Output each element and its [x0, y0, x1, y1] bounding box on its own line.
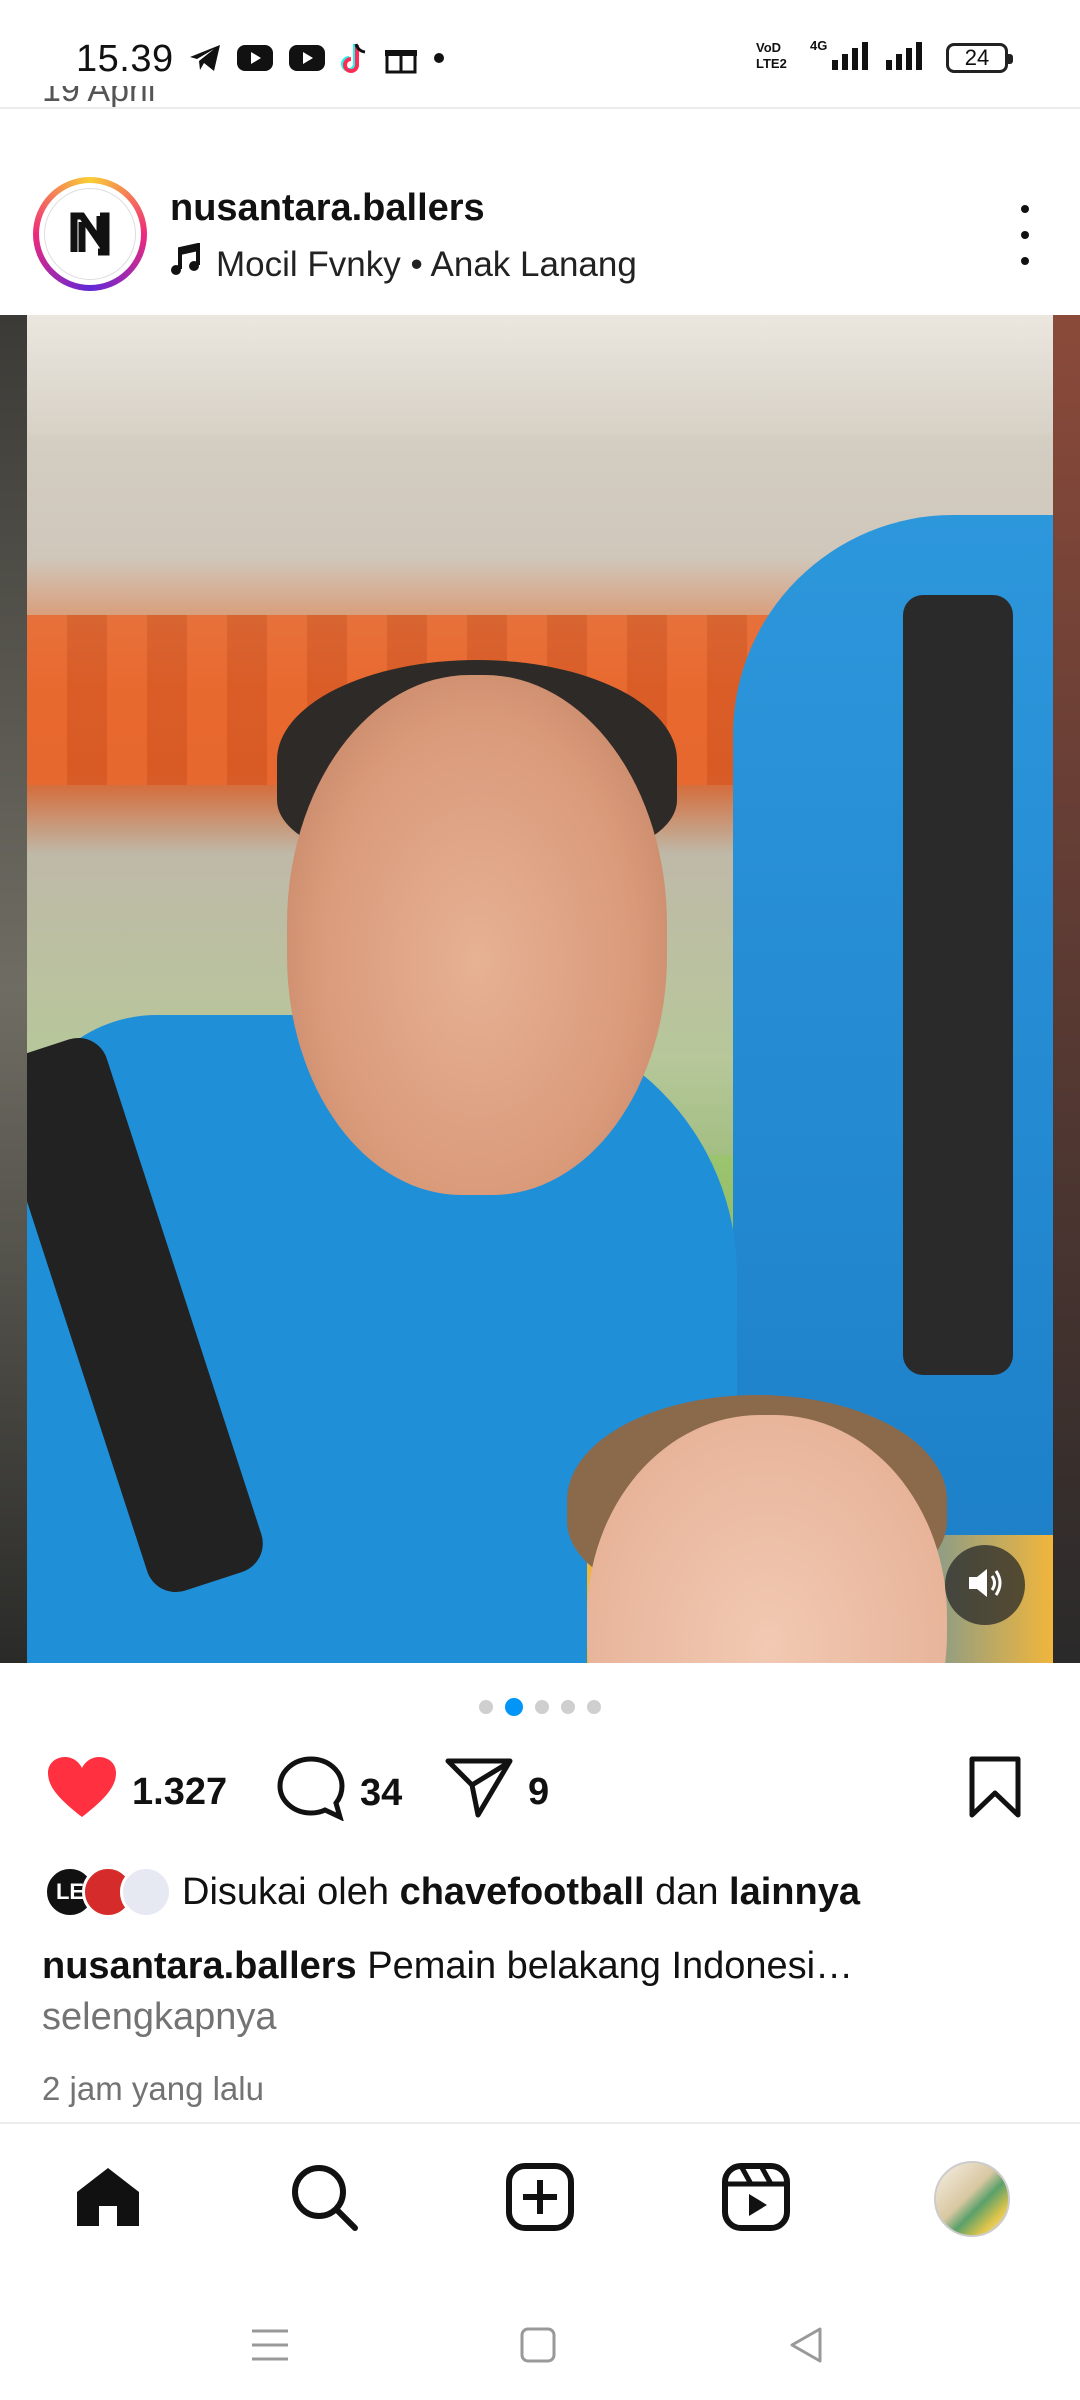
music-note-icon: [170, 242, 202, 286]
music-link[interactable]: Mocil Fvnky • Anak Lanang: [170, 242, 637, 286]
home-icon[interactable]: [73, 2164, 143, 2235]
carousel-dot: [535, 1700, 549, 1714]
post-header: nusantara.ballers Mocil Fvnky • Anak Lan…: [0, 175, 1080, 315]
story-ring-avatar[interactable]: [33, 177, 147, 291]
carousel-indicator: [0, 1698, 1080, 1716]
carousel-dot: [561, 1700, 575, 1714]
signal-4g-icon: 4G: [810, 38, 870, 78]
post-timestamp: 2 jam yang lalu: [42, 2070, 264, 2107]
back-triangle-icon[interactable]: [776, 2315, 836, 2375]
comment-icon[interactable]: [276, 1755, 346, 1831]
nav-profile[interactable]: [932, 2159, 1012, 2239]
search-icon[interactable]: [289, 2162, 359, 2237]
liked-by-others[interactable]: lainnya: [729, 1871, 860, 1914]
youtube-icon: [288, 44, 326, 72]
nav-home[interactable]: [68, 2159, 148, 2239]
telegram-icon: [188, 43, 222, 73]
reels-icon[interactable]: [721, 2162, 791, 2237]
speaker-icon: [965, 1565, 1005, 1606]
nav-create[interactable]: [500, 2159, 580, 2239]
caption-text: Pemain belakang Indonesi…: [367, 1945, 854, 1987]
nav-reels[interactable]: [716, 2159, 796, 2239]
create-icon[interactable]: [505, 2162, 575, 2237]
audio-toggle-button[interactable]: [945, 1545, 1025, 1625]
post-actions: 1.327 34 9: [0, 1755, 1080, 1835]
volte-icon: VoD LTE2: [754, 38, 794, 78]
comment-action[interactable]: 34: [276, 1755, 402, 1831]
carousel-dot-active: [505, 1698, 523, 1716]
profile-avatar[interactable]: [934, 2161, 1010, 2237]
gift-icon: [384, 42, 418, 74]
post-caption[interactable]: nusantara.ballers Pemain belakang Indone…: [42, 1940, 1042, 1992]
share-action[interactable]: 9: [444, 1755, 549, 1829]
carousel-dot: [479, 1700, 493, 1714]
more-options-icon[interactable]: [1000, 205, 1050, 265]
liked-by-avatars: LE: [44, 1866, 172, 1918]
see-more-link[interactable]: selengkapnya: [42, 1996, 277, 2039]
heart-filled-icon[interactable]: [46, 1755, 118, 1829]
status-right: VoD LTE2 4G 24: [754, 38, 1013, 78]
signal-icon: [886, 38, 930, 78]
svg-text:VoD: VoD: [756, 40, 781, 55]
like-count[interactable]: 1.327: [132, 1771, 227, 1814]
caption-username[interactable]: nusantara.ballers: [42, 1945, 357, 1987]
like-action[interactable]: 1.327: [46, 1755, 227, 1829]
carousel-dot: [587, 1700, 601, 1714]
tiktok-icon: [340, 42, 370, 74]
liked-by-row[interactable]: LE Disukai oleh chavefootball dan lainny…: [44, 1866, 860, 1918]
comment-count[interactable]: 34: [360, 1772, 402, 1815]
svg-text:LTE2: LTE2: [756, 56, 787, 71]
post-username[interactable]: nusantara.ballers: [170, 187, 485, 230]
bottom-navigation: [0, 2124, 1080, 2274]
divider: [0, 107, 1080, 109]
notification-icons: [188, 42, 446, 74]
paper-plane-icon[interactable]: [444, 1755, 514, 1829]
battery-indicator: 24: [946, 43, 1013, 73]
system-navigation-bar: [0, 2280, 1080, 2400]
status-time: 15.39: [76, 38, 174, 80]
menu-icon[interactable]: [240, 2315, 300, 2375]
next-slide-edge: [1053, 315, 1080, 1663]
avatar: [120, 1866, 172, 1918]
previous-slide-edge: [0, 315, 27, 1663]
nav-search[interactable]: [284, 2159, 364, 2239]
bookmark-icon[interactable]: [966, 1755, 1024, 1829]
music-title: Mocil Fvnky • Anak Lanang: [216, 244, 637, 284]
liked-by-user[interactable]: chavefootball: [400, 1871, 645, 1914]
youtube-icon: [236, 44, 274, 72]
save-action[interactable]: [966, 1755, 1024, 1829]
dot-icon: [432, 51, 446, 65]
account-avatar: [44, 188, 136, 280]
share-count[interactable]: 9: [528, 1771, 549, 1814]
liked-by-prefix: Disukai oleh: [182, 1870, 389, 1913]
post-photo[interactable]: [27, 315, 1053, 1663]
home-square-icon[interactable]: [508, 2315, 568, 2375]
post-media[interactable]: [0, 315, 1080, 1663]
svg-text:4G: 4G: [810, 38, 827, 53]
status-bar: 15.39 VoD LTE2 4G 24: [0, 0, 1080, 110]
liked-by-and: dan: [655, 1870, 719, 1913]
